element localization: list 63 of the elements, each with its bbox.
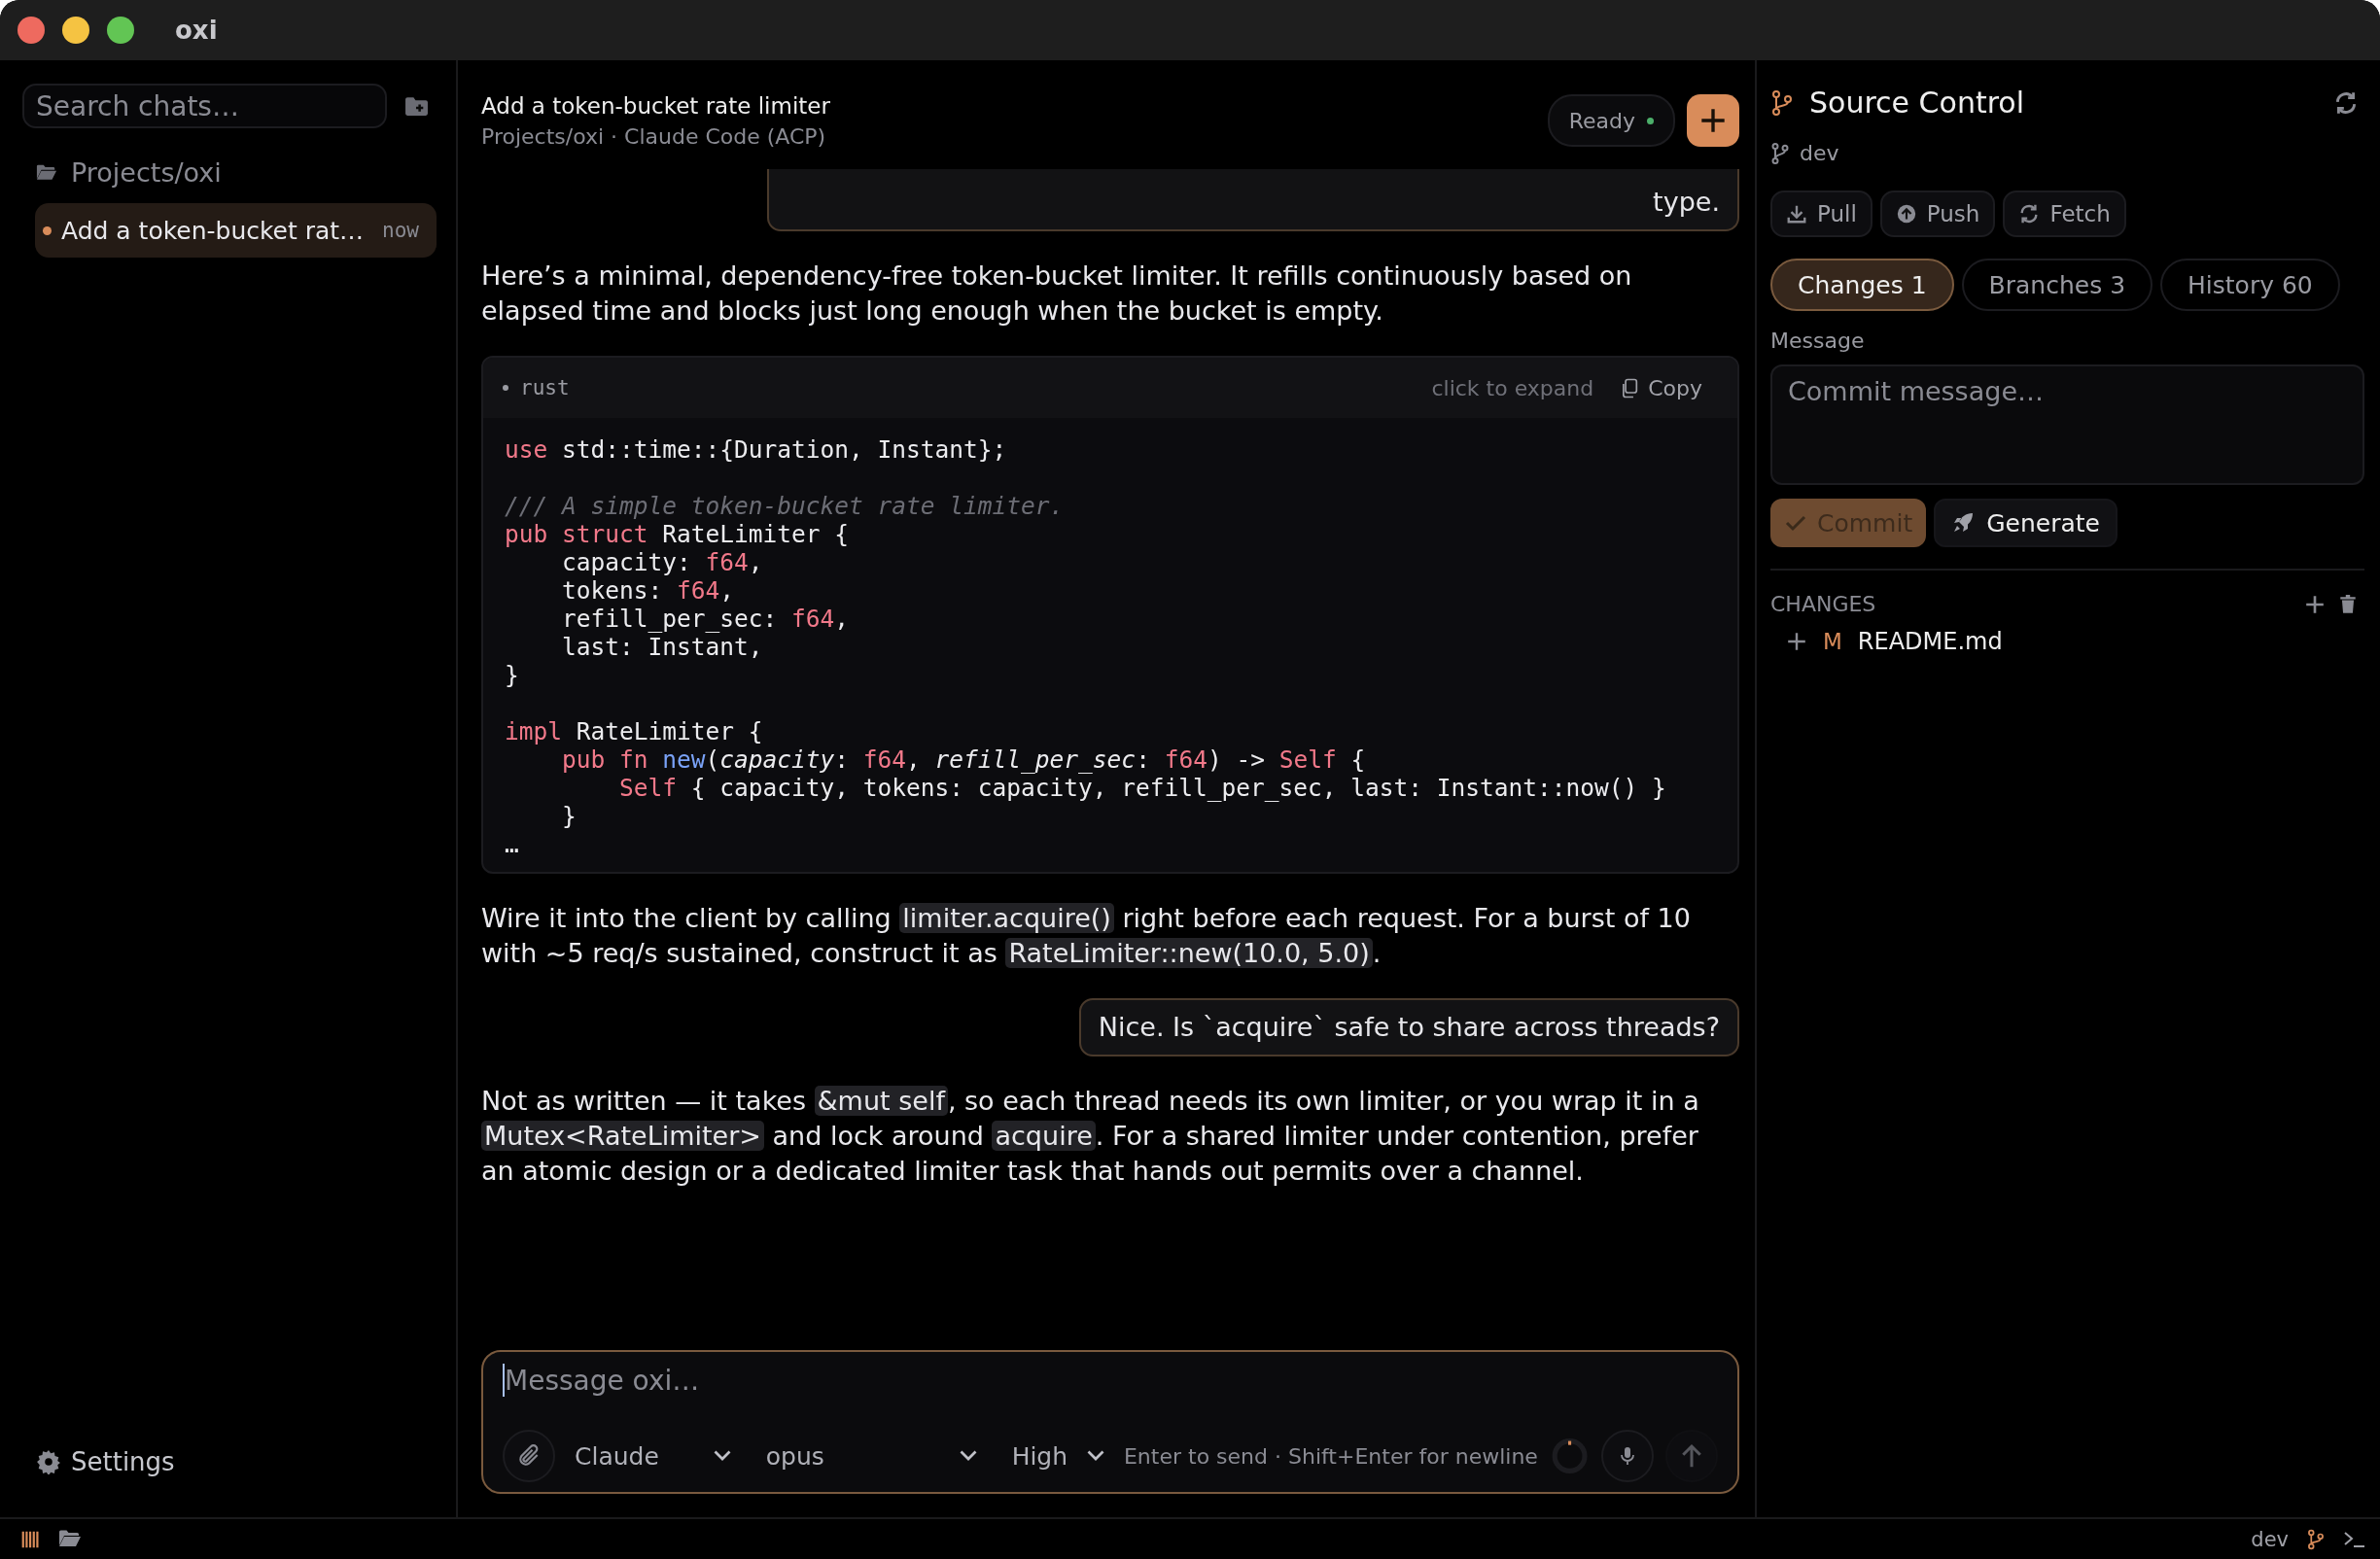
expand-link[interactable]: click to expand (1431, 375, 1594, 400)
window-title: oxi (175, 16, 218, 45)
assistant-message: Here’s a minimal, dependency-free token-bucket limiter. It refills continuously based on elapsed time and blocks just long enough when the bucket is empty. (481, 260, 1633, 328)
branch-icon (1770, 141, 1790, 165)
chat-title: Add a token-bucket rat… (61, 216, 366, 245)
tab[interactable]: Branches 3 (1961, 259, 2153, 311)
commit-message-field[interactable]: Commit message… (1770, 364, 2364, 485)
message-composer[interactable]: Message oxi… Claude opus High Enter to send · Shift+Enter for newline (481, 1350, 1739, 1494)
user-message: Nice. Is `acquire` safe to share across threads? (1078, 998, 1739, 1057)
stage-all-icon[interactable] (2304, 593, 2326, 615)
branch-name: dev (1800, 141, 1839, 165)
code-text: use std::time::{Duration, Instant}; /// A simple token-bucket rate limiter. pub struct RateLimiter { capacity: f64, tokens: f64, refill_per_sec: f64, last: Instant, } impl RateLimiter { pub fn new(capacity: f64, refill_per_sec: f64) -> Self { Self { capacity, tokens: capacity, refill_per_sec, last: Instant::now() } } … (504, 434, 1667, 860)
attach-button[interactable] (503, 1430, 555, 1482)
generate-button[interactable]: Generate (1934, 499, 2118, 547)
message-label: Message (1770, 329, 1866, 353)
panel-title: Source Control (1809, 86, 2025, 120)
push-button[interactable]: Push (1879, 191, 1996, 237)
model-select[interactable]: opus (765, 1441, 985, 1471)
search-field[interactable]: Search chats… (22, 84, 387, 128)
upload-icon (1895, 203, 1917, 225)
file-status: M (1823, 629, 1842, 654)
branch-name: dev (2251, 1527, 2289, 1551)
branch-icon (1770, 87, 1794, 118)
file-name[interactable]: README.md (1857, 628, 2003, 655)
language-dot (503, 385, 508, 391)
agent-select[interactable]: Claude (575, 1441, 739, 1471)
pull-button[interactable]: Pull (1770, 191, 1872, 237)
folder-icon (36, 164, 57, 181)
stage-icon[interactable] (1786, 631, 1807, 652)
zoom-button[interactable] (107, 17, 134, 44)
new-chat-button[interactable] (1687, 94, 1739, 147)
tab[interactable]: History 60 (2160, 259, 2340, 311)
chat-time: now (382, 219, 419, 242)
settings-icon (36, 1449, 61, 1474)
close-button[interactable] (18, 17, 45, 44)
project-label[interactable]: Projects/oxi (71, 157, 222, 188)
refresh-icon[interactable] (2333, 89, 2359, 116)
chat-item[interactable]: Add a token-bucket rat… now (35, 203, 437, 258)
assistant-message: Wire it into the client by calling limiter.acquire() right before each request. For a burst of 10 with ~5 req/s sustained, construct it as RateLimiter::new(10.0, 5.0). (481, 902, 1692, 970)
effort-select[interactable]: High (1011, 1441, 1112, 1471)
tab[interactable]: Changes 1 (1770, 259, 1954, 311)
microphone-button[interactable] (1601, 1430, 1654, 1482)
trash-icon[interactable] (2337, 593, 2359, 615)
chevron-down-icon (713, 1450, 731, 1462)
chat-subtitle: Projects/oxi · Claude Code (ACP) (481, 123, 827, 149)
download-icon (1786, 203, 1807, 225)
new-folder-icon[interactable] (404, 95, 429, 117)
fetch-button[interactable]: Fetch (2003, 191, 2126, 237)
chat-title: Add a token-bucket rate limiter (481, 92, 831, 119)
send-hint: Enter to send · Shift+Enter for newline (1123, 1443, 1538, 1469)
copy-icon (1621, 377, 1639, 398)
changes-heading: CHANGES (1770, 592, 1877, 616)
assistant-message: Not as written — it takes &mut self, so each thread needs its own limiter, or you wrap it in a Mutex<RateLimiter> and lock around acquire. For a shared limiter under contention, prefer an atomic design or a dedicated limiter task that hands out permits over a channel. (481, 1085, 1700, 1188)
minimize-button[interactable] (62, 17, 89, 44)
chevron-down-icon (959, 1450, 977, 1462)
user-message: type. (767, 169, 1739, 231)
plus-icon (1700, 108, 1726, 133)
code-language: rust (520, 376, 571, 399)
status-pill: Ready (1547, 94, 1675, 147)
copy-button[interactable]: Copy (1621, 375, 1702, 400)
chevron-down-icon (1086, 1450, 1104, 1462)
settings-button[interactable]: Settings (22, 1447, 175, 1476)
rocket-icon (1951, 511, 1976, 535)
